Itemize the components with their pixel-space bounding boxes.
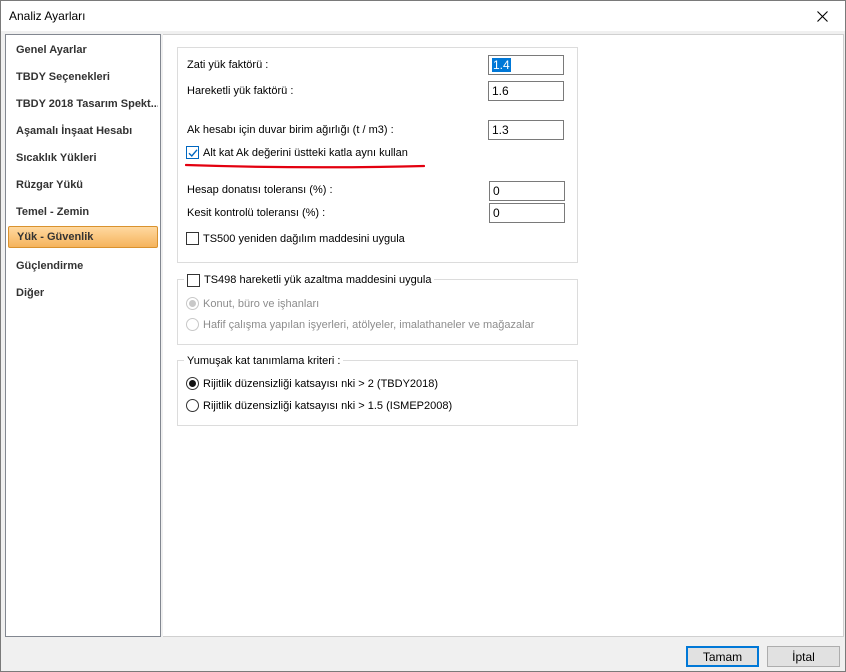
- sidebar-item-tbdy-options[interactable]: TBDY Seçenekleri: [8, 66, 158, 88]
- live-load-factor-label: Hareketli yük faktörü :: [187, 85, 294, 97]
- sidebar-item-temperature-loads[interactable]: Sıcaklık Yükleri: [8, 147, 158, 169]
- checkbox-unchecked-icon: [187, 273, 200, 287]
- sidebar-item-staged-construction[interactable]: Aşamalı İnşaat Hesabı: [8, 120, 158, 142]
- wall-unit-weight-label: Ak hesabı için duvar birim ağırlığı (t /…: [187, 124, 394, 136]
- ts498-option-residential[interactable]: Konut, büro ve işhanları: [186, 297, 319, 310]
- ts498-label: TS498 hareketli yük azaltma maddesini uy…: [204, 274, 432, 286]
- ok-button[interactable]: Tamam: [686, 646, 759, 667]
- section-tolerance-input[interactable]: 0: [489, 203, 565, 223]
- sidebar-item-retrofit[interactable]: Güçlendirme: [8, 255, 158, 277]
- radio-unselected-icon: [186, 318, 199, 331]
- close-icon: [816, 10, 828, 22]
- soft-story-option-ismep2008[interactable]: Rijitlik düzensizliği katsayısı nki > 1.…: [186, 399, 452, 412]
- title-bar: Analiz Ayarları: [1, 1, 845, 31]
- checkbox-checked-icon: [186, 146, 199, 159]
- ts498-option-light-industry[interactable]: Hafif çalışma yapılan işyerleri, atölyel…: [186, 318, 534, 331]
- soft-story-option-tbdy2018-label: Rijitlik düzensizliği katsayısı nki > 2 …: [203, 377, 439, 390]
- sidebar-item-wind-load[interactable]: Rüzgar Yükü: [8, 174, 158, 196]
- settings-category-list: Genel Ayarlar TBDY Seçenekleri TBDY 2018…: [5, 34, 161, 637]
- sidebar-item-foundation-soil[interactable]: Temel - Zemin: [8, 201, 158, 223]
- window-title: Analiz Ayarları: [9, 9, 86, 23]
- radio-unselected-icon: [186, 399, 199, 412]
- sidebar-item-load-safety[interactable]: Yük - Güvenlik: [8, 226, 158, 248]
- ts500-redistribution-checkbox[interactable]: TS500 yeniden dağılım maddesini uygula: [186, 232, 405, 245]
- ts498-group: TS498 hareketli yük azaltma maddesini uy…: [177, 272, 578, 345]
- live-load-factor-input[interactable]: 1.6: [488, 81, 564, 101]
- rebar-tolerance-label: Hesap donatısı toleransı (%) :: [187, 184, 333, 196]
- sidebar-item-general[interactable]: Genel Ayarlar: [8, 39, 158, 61]
- radio-selected-icon: [186, 297, 199, 310]
- wall-unit-weight-input[interactable]: 1.3: [488, 120, 564, 140]
- use-upper-floor-checkbox[interactable]: Alt kat Ak değerini üstteki katla aynı k…: [186, 146, 408, 159]
- cancel-button[interactable]: İptal: [767, 646, 840, 667]
- soft-story-option-tbdy2018[interactable]: Rijitlik düzensizliği katsayısı nki > 2 …: [186, 377, 438, 390]
- ts500-label: TS500 yeniden dağılım maddesini uygula: [203, 232, 405, 245]
- ts498-option-residential-label: Konut, büro ve işhanları: [203, 297, 320, 310]
- close-button[interactable]: [799, 1, 845, 31]
- checkbox-unchecked-icon: [186, 232, 199, 245]
- dead-load-factor-input[interactable]: 1.4: [488, 55, 564, 75]
- soft-story-option-ismep2008-label: Rijitlik düzensizliği katsayısı nki > 1.…: [203, 399, 453, 412]
- ts498-option-light-industry-label: Hafif çalışma yapılan işyerleri, atölyel…: [203, 318, 535, 331]
- sidebar-item-other[interactable]: Diğer: [8, 282, 158, 304]
- use-upper-floor-label: Alt kat Ak değerini üstteki katla aynı k…: [203, 146, 408, 159]
- soft-story-group: Yumuşak kat tanımlama kriteri :: [177, 353, 578, 426]
- dialog-window: Analiz Ayarları Genel Ayarlar TBDY Seçen…: [0, 0, 846, 672]
- section-tolerance-label: Kesit kontrolü toleransı (%) :: [187, 207, 326, 219]
- radio-selected-icon: [186, 377, 199, 390]
- dead-load-factor-label: Zati yük faktörü :: [187, 59, 269, 71]
- ts498-checkbox[interactable]: TS498 hareketli yük azaltma maddesini uy…: [184, 272, 435, 288]
- red-underline-annotation: [185, 163, 425, 169]
- soft-story-title: Yumuşak kat tanımlama kriteri :: [184, 353, 344, 369]
- sidebar-item-tbdy-2018-spectrum[interactable]: TBDY 2018 Tasarım Spekt...: [8, 93, 158, 115]
- rebar-tolerance-input[interactable]: 0: [489, 181, 565, 201]
